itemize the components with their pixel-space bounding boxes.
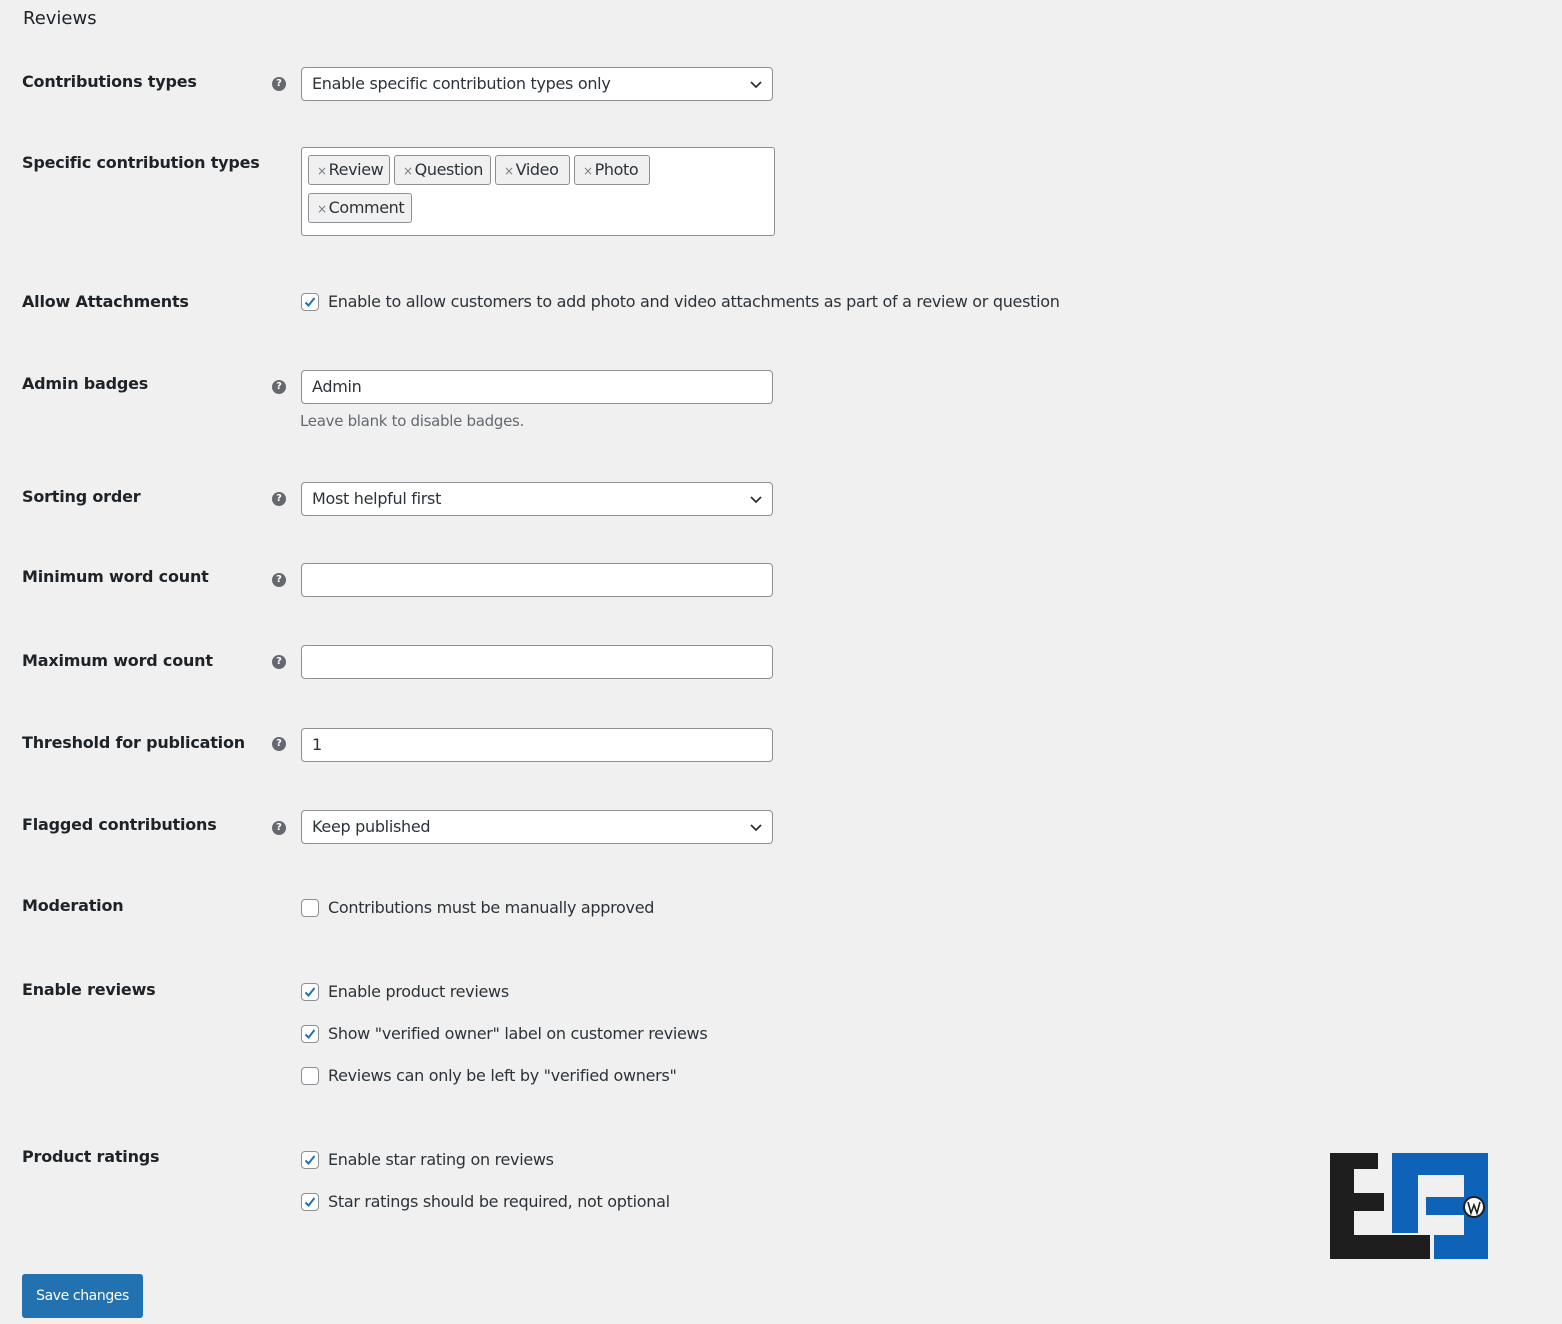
eg-wordpress-logo	[1330, 1153, 1488, 1259]
threshold-value: 1	[312, 735, 322, 754]
specific-contribution-types-label: Specific contribution types	[22, 153, 260, 172]
remove-tag-icon[interactable]: ×	[403, 164, 413, 178]
help-icon[interactable]: ?	[272, 821, 286, 835]
tag-photo[interactable]: × Photo	[574, 155, 650, 185]
checkmark-icon	[304, 987, 316, 997]
allow-attachments-label: Allow Attachments	[22, 292, 189, 311]
tag-label: Video	[515, 160, 559, 179]
specific-contribution-types-multiselect[interactable]: × Review × Question × Video × Photo × Comment	[301, 147, 775, 236]
moderation-checkbox[interactable]	[301, 899, 319, 917]
threshold-input[interactable]: 1	[301, 728, 773, 762]
enable-star-rating-checkbox[interactable]	[301, 1151, 319, 1169]
verified-owner-label-checkbox[interactable]	[301, 1025, 319, 1043]
enable-product-reviews-label: Enable product reviews	[328, 982, 509, 1001]
contribution-types-value: Enable specific contribution types only	[312, 74, 611, 93]
remove-tag-icon[interactable]: ×	[317, 202, 327, 216]
maximum-word-count-input[interactable]	[301, 645, 773, 679]
remove-tag-icon[interactable]: ×	[583, 164, 593, 178]
help-icon[interactable]: ?	[272, 737, 286, 751]
sorting-order-select[interactable]: Most helpful first	[301, 482, 773, 516]
tag-label: Review	[328, 160, 384, 179]
contribution-types-select[interactable]: Enable specific contribution types only	[301, 67, 773, 101]
settings-page: Reviews Contributions types ? Enable spe…	[0, 0, 1562, 1324]
flagged-contributions-value: Keep published	[312, 817, 431, 836]
chevron-down-icon	[750, 824, 762, 832]
admin-badges-value: Admin	[312, 377, 362, 396]
flagged-contributions-select[interactable]: Keep published	[301, 810, 773, 844]
moderation-label: Moderation	[22, 896, 124, 915]
minimum-word-count-input[interactable]	[301, 563, 773, 597]
tag-video[interactable]: × Video	[495, 155, 570, 185]
save-button[interactable]: Save changes	[22, 1274, 143, 1318]
star-rating-required-label: Star ratings should be required, not opt…	[328, 1192, 670, 1211]
product-ratings-label: Product ratings	[22, 1147, 160, 1166]
contribution-types-label: Contributions types	[22, 72, 197, 91]
remove-tag-icon[interactable]: ×	[504, 164, 514, 178]
admin-badges-input[interactable]: Admin	[301, 370, 773, 404]
allow-attachments-checkbox-label: Enable to allow customers to add photo a…	[328, 292, 1060, 311]
sorting-order-value: Most helpful first	[312, 489, 442, 508]
tag-label: Question	[414, 160, 484, 179]
threshold-label: Threshold for publication	[22, 733, 245, 752]
flagged-contributions-label: Flagged contributions	[22, 815, 217, 834]
checkmark-icon	[304, 1155, 316, 1165]
help-icon[interactable]: ?	[272, 77, 286, 91]
remove-tag-icon[interactable]: ×	[317, 164, 327, 178]
tag-question[interactable]: × Question	[394, 155, 491, 185]
help-icon[interactable]: ?	[272, 655, 286, 669]
verified-owners-only-checkbox[interactable]	[301, 1067, 319, 1085]
tag-review[interactable]: × Review	[308, 155, 390, 185]
tag-comment[interactable]: × Comment	[308, 193, 412, 223]
allow-attachments-checkbox[interactable]	[301, 293, 319, 311]
help-icon[interactable]: ?	[272, 492, 286, 506]
page-title: Reviews	[23, 8, 97, 29]
enable-product-reviews-checkbox[interactable]	[301, 983, 319, 1001]
moderation-checkbox-label: Contributions must be manually approved	[328, 898, 655, 917]
star-rating-required-checkbox[interactable]	[301, 1193, 319, 1211]
sorting-order-label: Sorting order	[22, 487, 141, 506]
enable-star-rating-label: Enable star rating on reviews	[328, 1150, 554, 1169]
maximum-word-count-label: Maximum word count	[22, 651, 213, 670]
tag-label: Photo	[594, 160, 639, 179]
verified-owner-label-text: Show "verified owner" label on customer …	[328, 1024, 708, 1043]
help-icon[interactable]: ?	[272, 573, 286, 587]
chevron-down-icon	[750, 81, 762, 89]
tag-label: Comment	[328, 198, 405, 217]
help-icon[interactable]: ?	[272, 380, 286, 394]
admin-badges-label: Admin badges	[22, 374, 149, 393]
minimum-word-count-label: Minimum word count	[22, 567, 209, 586]
enable-reviews-label: Enable reviews	[22, 980, 156, 999]
checkmark-icon	[304, 1029, 316, 1039]
admin-badges-description: Leave blank to disable badges.	[300, 412, 525, 430]
checkmark-icon	[304, 1197, 316, 1207]
verified-owners-only-label: Reviews can only be left by "verified ow…	[328, 1066, 677, 1085]
chevron-down-icon	[750, 496, 762, 504]
checkmark-icon	[304, 297, 316, 307]
